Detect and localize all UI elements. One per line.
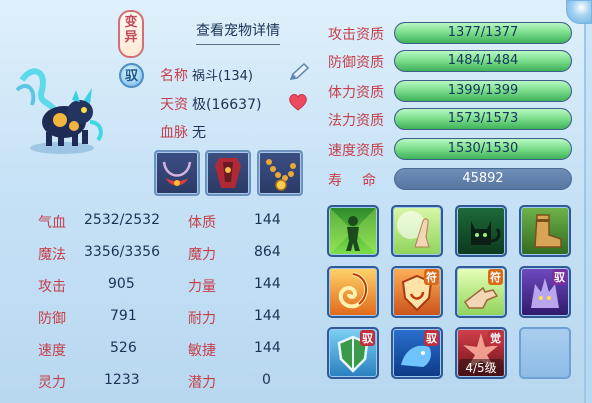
jue-tag: 觉 [488, 330, 503, 346]
equipment-slot-3[interactable] [257, 150, 303, 196]
stat-value: 3356/3356 [84, 244, 160, 260]
boot-skill-icon [534, 214, 562, 248]
defense-aptitude-label: 防御资质 [328, 55, 384, 71]
skill-level-text: 4/5级 [459, 359, 503, 376]
defense-aptitude-track: 1484/1484 [394, 50, 572, 72]
bloodline-value: 无 [192, 125, 206, 141]
cat-skill-icon [471, 221, 501, 245]
stat-label: 防御 [38, 311, 66, 327]
defense-aptitude-value: 1484/1484 [447, 53, 519, 68]
necklace-icon [162, 161, 192, 186]
yu-tag: 驭 [424, 330, 439, 346]
skill-slot-7[interactable]: 符 [455, 266, 507, 318]
empty-skill-slot[interactable] [519, 327, 571, 379]
skill-slot-10[interactable]: 驭 [391, 327, 443, 379]
speed-aptitude-bar: 速度资质 1530/1530 [324, 138, 576, 160]
aptitude-label: 天资 [160, 97, 188, 113]
skill-slot-5[interactable] [327, 266, 379, 318]
stat-value: 144 [254, 340, 281, 356]
stat-value: 526 [110, 340, 137, 356]
equipment-slot-1[interactable] [154, 150, 200, 196]
skill-slot-6[interactable]: 符 [391, 266, 443, 318]
aptitude-row: 天资 极(16637) [160, 94, 261, 114]
stat-label: 灵力 [38, 375, 66, 391]
edit-pen-icon[interactable] [287, 62, 311, 82]
magic-aptitude-label: 法力资质 [328, 113, 384, 129]
stat-label: 气血 [38, 215, 66, 231]
stamina-aptitude-track: 1399/1399 [394, 80, 572, 102]
stat-value: 1233 [104, 372, 140, 388]
yu-tag: 驭 [360, 330, 375, 346]
attack-aptitude-label: 攻击资质 [328, 27, 384, 43]
stat-value: 791 [110, 308, 137, 324]
attack-aptitude-bar: 攻击资质 1377/1377 [324, 22, 576, 44]
lifespan-label: 寿命 [328, 173, 396, 189]
speed-aptitude-label: 速度资质 [328, 143, 384, 159]
lifespan-bar: 寿命 45892 [324, 168, 576, 190]
green-figure-skill-icon [329, 207, 377, 255]
magic-aptitude-value: 1573/1573 [447, 111, 519, 126]
equipment-slot-2[interactable] [205, 150, 251, 196]
stat-label: 潜力 [188, 375, 216, 391]
view-pet-details-link[interactable]: 查看宠物详情 [196, 20, 280, 45]
stat-value: 905 [108, 276, 135, 292]
speed-aptitude-value: 1530/1530 [447, 141, 519, 156]
skill-slot-4[interactable] [519, 205, 571, 257]
stat-label: 力量 [188, 279, 216, 295]
magic-aptitude-track: 1573/1573 [394, 108, 572, 130]
stamina-aptitude-label: 体力资质 [328, 85, 384, 101]
pet-info-panel: 变 异 驭 查看宠物详情 名称祸斗(134) 天资极(16637) 血脉无 [0, 0, 586, 403]
speed-aptitude-track: 1530/1530 [394, 138, 572, 160]
variant-badge-bottom: 异 [124, 30, 138, 45]
lifespan-value: 45892 [462, 171, 504, 186]
stat-label: 体质 [188, 215, 216, 231]
magic-aptitude-bar: 法力资质 1573/1573 [324, 108, 576, 130]
variant-badge-top: 变 [124, 15, 138, 30]
lifespan-track: 45892 [394, 168, 572, 190]
skill-slot-8[interactable]: 驭 [519, 266, 571, 318]
defense-aptitude-bar: 防御资质 1484/1484 [324, 50, 576, 72]
stat-label: 速度 [38, 343, 66, 359]
pet-portrait[interactable] [12, 60, 112, 160]
bloodline-row: 血脉无 [160, 122, 206, 142]
palm-light-skill-icon [397, 211, 430, 248]
stat-value: 144 [254, 276, 281, 292]
stamina-aptitude-value: 1399/1399 [447, 83, 519, 98]
variant-badge: 变 异 [118, 10, 144, 58]
skill-slot-1[interactable] [327, 205, 379, 257]
close-corner-icon[interactable] [566, 0, 592, 24]
stat-value: 0 [262, 372, 271, 388]
attack-aptitude-value: 1377/1377 [447, 25, 519, 40]
skill-slot-9[interactable]: 驭 [327, 327, 379, 379]
yu-tag: 驭 [552, 269, 567, 285]
fu-tag: 符 [424, 269, 439, 285]
bloodline-label: 血脉 [160, 125, 188, 141]
stat-value: 2532/2532 [84, 212, 160, 228]
stat-value: 144 [254, 308, 281, 324]
stat-label: 敏捷 [188, 343, 216, 359]
bead-necklace-icon [266, 159, 296, 191]
stat-value: 864 [254, 244, 281, 260]
pet-name-row: 名称 祸斗(134) [160, 65, 253, 85]
stamina-aptitude-bar: 体力资质 1399/1399 [324, 80, 576, 102]
skill-slot-3[interactable] [455, 205, 507, 257]
fire-swirl-skill-icon [338, 272, 369, 309]
aptitude-value: 极(16637) [192, 97, 262, 113]
name-label: 名称 [160, 68, 188, 84]
stat-value: 144 [254, 212, 281, 228]
pet-name-value: 祸斗(134) [192, 69, 253, 84]
stat-label: 魔法 [38, 247, 66, 263]
armor-icon [215, 158, 241, 188]
skill-slot-2[interactable] [391, 205, 443, 257]
heart-icon[interactable] [288, 93, 308, 111]
attack-aptitude-track: 1377/1377 [394, 22, 572, 44]
skill-slot-11[interactable]: 觉 4/5级 [455, 327, 507, 379]
stat-label: 魔力 [188, 247, 216, 263]
tame-badge[interactable]: 驭 [119, 63, 144, 88]
fu-tag: 符 [488, 269, 503, 285]
stat-label: 耐力 [188, 311, 216, 327]
stat-label: 攻击 [38, 279, 66, 295]
